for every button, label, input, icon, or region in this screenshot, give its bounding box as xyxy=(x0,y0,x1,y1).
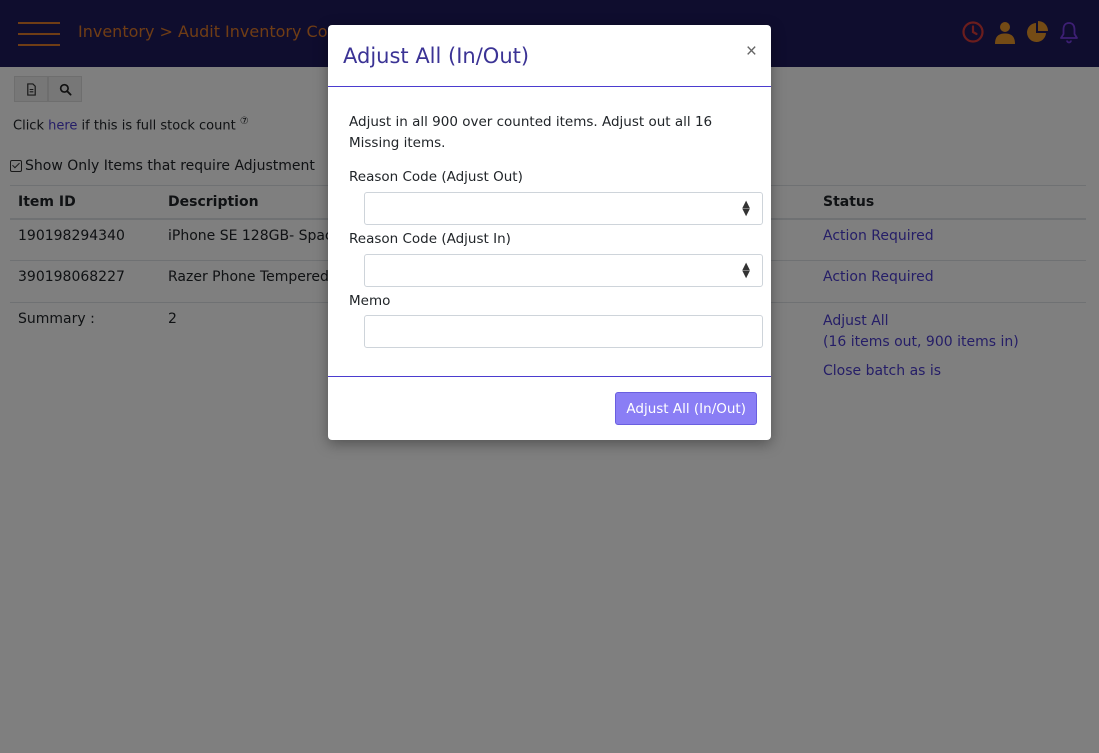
reason-in-select[interactable]: ▲ ▼ xyxy=(364,254,763,287)
modal-title: Adjust All (In/Out) xyxy=(343,44,530,68)
reason-in-label: Reason Code (Adjust In) xyxy=(349,231,511,247)
close-icon[interactable]: × xyxy=(746,41,757,63)
adjust-all-submit-button[interactable]: Adjust All (In/Out) xyxy=(615,392,757,425)
modal-footer: Adjust All (In/Out) xyxy=(328,377,771,439)
memo-label: Memo xyxy=(349,293,391,309)
modal-header: Adjust All (In/Out) × xyxy=(328,25,771,87)
adjust-message: Adjust in all 900 over counted items. Ad… xyxy=(349,114,713,151)
select-caret-icon: ▲ ▼ xyxy=(742,261,750,280)
memo-input[interactable] xyxy=(364,315,763,348)
modal-body: Adjust in all 900 over counted items. Ad… xyxy=(328,87,771,377)
reason-out-select[interactable]: ▲ ▼ xyxy=(364,192,763,225)
adjust-all-modal: Adjust All (In/Out) × Adjust in all 900 … xyxy=(328,25,771,440)
select-caret-icon: ▲ ▼ xyxy=(742,199,750,218)
reason-out-label: Reason Code (Adjust Out) xyxy=(349,169,523,185)
